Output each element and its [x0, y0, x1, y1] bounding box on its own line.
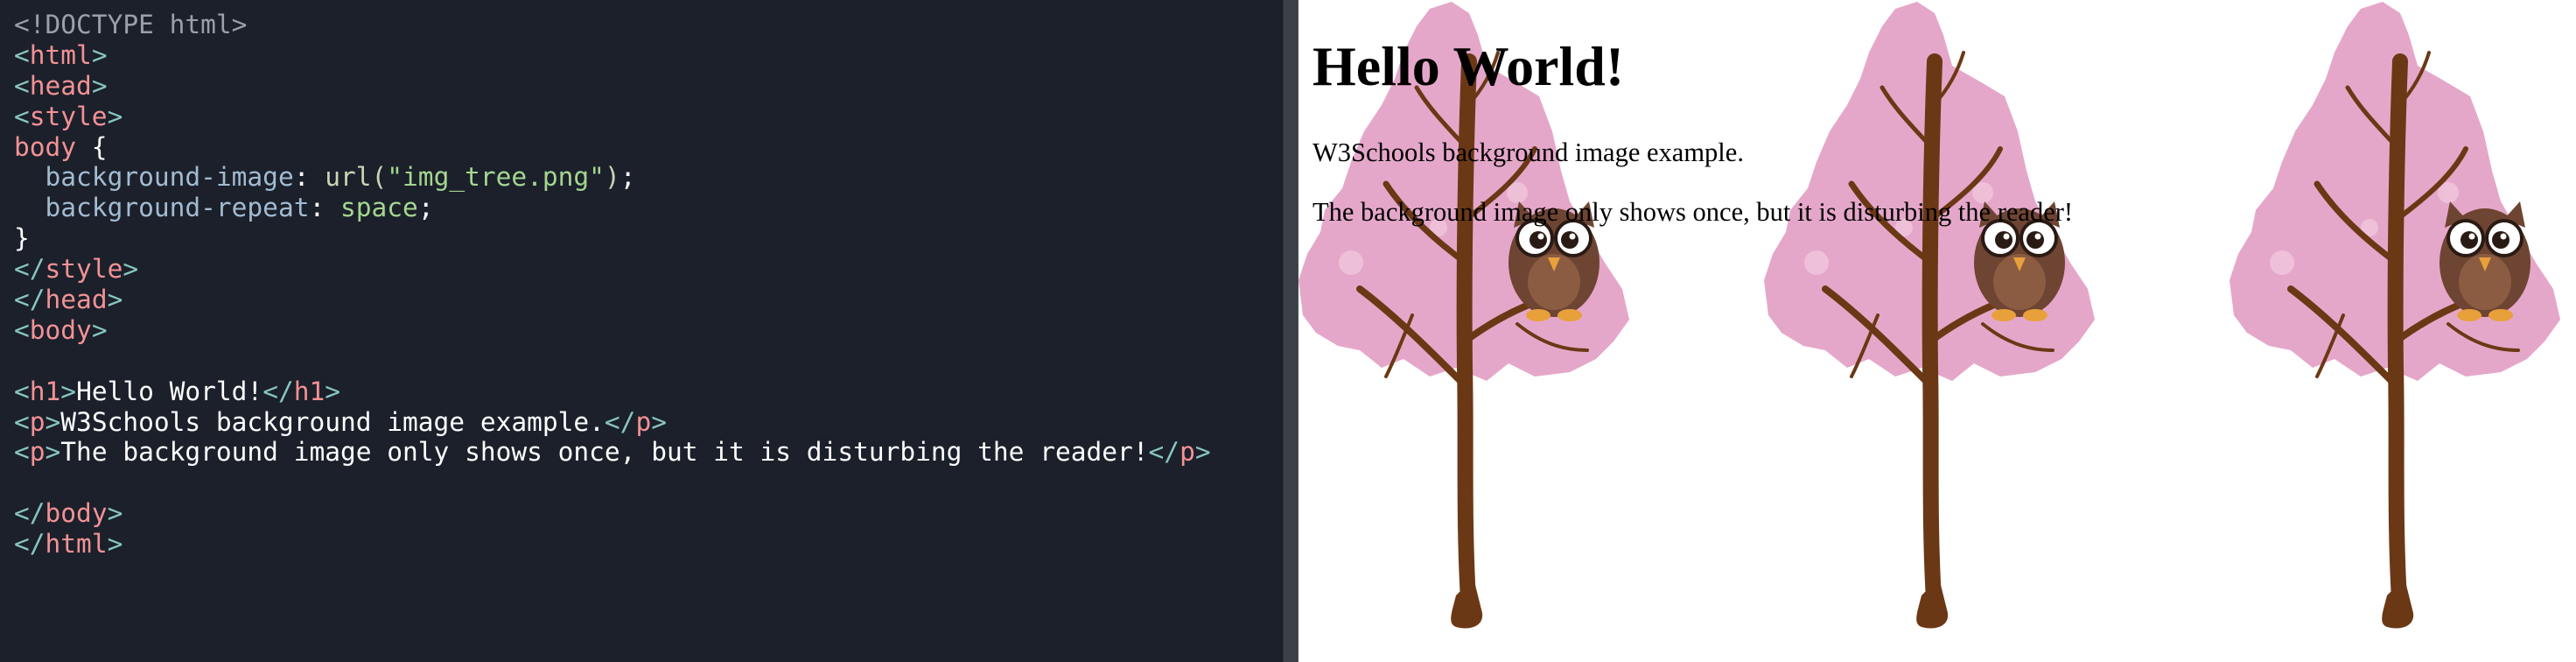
- code-token: >: [91, 39, 108, 70]
- code-token: >: [45, 406, 61, 437]
- code-token: p: [29, 437, 46, 468]
- code-token: body: [45, 498, 108, 529]
- result-preview-panel: Hello World! W3Schools background image …: [1298, 0, 2576, 662]
- code-token: <: [14, 314, 30, 345]
- code-token: :: [293, 162, 326, 193]
- code-line: </html>: [14, 529, 1211, 560]
- code-token: ): [604, 162, 620, 193]
- preview-paragraph: The background image only shows once, bu…: [1312, 197, 2074, 227]
- code-line: body {: [14, 132, 1211, 163]
- code-line: <!DOCTYPE html>: [14, 10, 1211, 40]
- code-line: }: [14, 223, 1211, 254]
- code-token: Hello World!: [76, 376, 263, 406]
- code-line: <html>: [14, 40, 1211, 71]
- code-token: }: [14, 223, 30, 254]
- code-token: </: [604, 406, 636, 437]
- code-token: >: [91, 70, 108, 101]
- code-token: </: [14, 498, 46, 529]
- code-line: <body>: [14, 315, 1211, 346]
- code-line: </head>: [14, 285, 1211, 315]
- code-line: <p>The background image only shows once,…: [14, 437, 1211, 468]
- code-line: </body>: [14, 498, 1211, 529]
- code-token: >: [107, 498, 123, 529]
- code-token: >: [107, 285, 123, 315]
- code-token: p: [635, 406, 652, 437]
- code-token: background-image: [45, 162, 294, 193]
- code-token: {: [76, 131, 108, 162]
- code-token: head: [29, 70, 92, 101]
- panel-resize-splitter[interactable]: [1283, 0, 1298, 662]
- code-line: <style>: [14, 102, 1211, 132]
- code-token: body: [14, 131, 77, 162]
- code-token: >: [107, 529, 123, 560]
- code-token: html: [45, 529, 108, 560]
- code-token: </: [262, 376, 294, 406]
- code-token: ;: [417, 193, 434, 223]
- code-token: p: [29, 406, 46, 437]
- code-token: h1: [29, 376, 61, 406]
- code-token: <: [14, 376, 30, 406]
- tree-owl-background-image: [1764, 0, 2132, 662]
- code-token: The background image only shows once, bu…: [60, 437, 1149, 468]
- code-token: </: [1148, 437, 1180, 468]
- code-text-area[interactable]: <!DOCTYPE html> <html> <head> <style> body {…: [14, 10, 1211, 560]
- code-token: </: [14, 254, 46, 285]
- code-token: head: [45, 285, 108, 315]
- code-token: >: [122, 254, 139, 285]
- code-token: style: [29, 101, 108, 131]
- code-token: >: [1194, 437, 1211, 468]
- code-token: <: [14, 437, 30, 468]
- preview-heading: Hello World!: [1312, 35, 1625, 97]
- code-token: p: [1180, 437, 1195, 468]
- code-token: </: [14, 529, 46, 560]
- code-token: url(: [325, 162, 388, 193]
- code-line: background-image: url("img_tree.png");: [14, 162, 1211, 193]
- code-line: </style>: [14, 254, 1211, 285]
- code-token: <: [14, 70, 30, 101]
- code-token: space: [340, 193, 418, 223]
- code-token: <!DOCTYPE html>: [14, 10, 248, 39]
- code-token: <: [14, 39, 30, 70]
- code-token: >: [107, 101, 123, 131]
- code-token: "img_tree.png": [387, 162, 605, 193]
- code-token: h1: [293, 376, 326, 406]
- code-token: >: [91, 314, 108, 345]
- code-token: body: [29, 314, 92, 345]
- code-token: <: [14, 101, 30, 131]
- code-line: <head>: [14, 71, 1211, 102]
- code-line: <h1>Hello World!</h1>: [14, 377, 1211, 407]
- code-token: html: [29, 39, 92, 70]
- code-token: :: [309, 193, 340, 223]
- code-token: </: [14, 285, 46, 315]
- code-token: >: [60, 376, 77, 406]
- code-token: <: [14, 406, 30, 437]
- code-token: >: [651, 406, 667, 437]
- code-editor-panel[interactable]: <!DOCTYPE html> <html> <head> <style> body {…: [0, 0, 1283, 662]
- tryit-editor-window: <!DOCTYPE html> <html> <head> <style> body {…: [0, 0, 2576, 662]
- tree-owl-background-image: [2230, 0, 2576, 662]
- preview-paragraph: W3Schools background image example.: [1312, 137, 1744, 167]
- code-token: style: [45, 254, 123, 285]
- code-token: ;: [620, 162, 636, 193]
- code-line: <p>W3Schools background image example.</…: [14, 407, 1211, 438]
- code-token: >: [45, 437, 61, 468]
- code-token: >: [325, 376, 341, 406]
- code-token: background-repeat: [45, 193, 310, 223]
- code-line: background-repeat: space;: [14, 193, 1211, 223]
- code-token: W3Schools background image example.: [60, 406, 605, 437]
